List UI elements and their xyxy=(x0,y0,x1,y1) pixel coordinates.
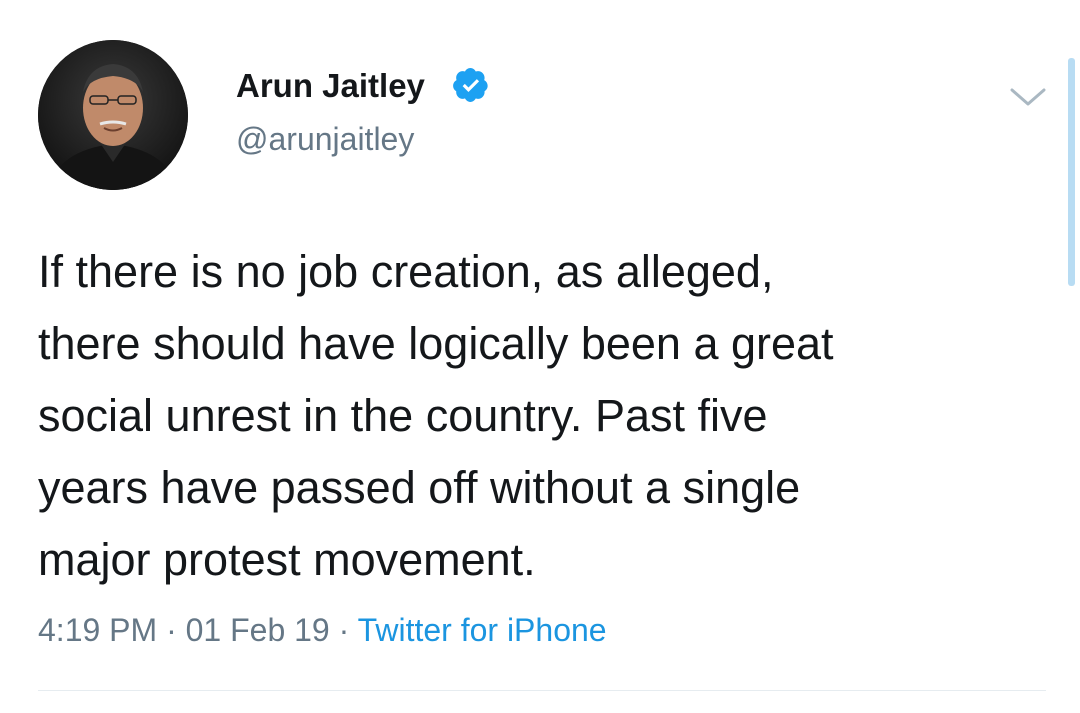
verified-badge-icon xyxy=(453,67,488,102)
tweet-meta: 4:19 PM · 01 Feb 19 · Twitter for iPhone xyxy=(38,610,607,650)
tweet-card: Arun Jaitley @arunjaitley If there is no… xyxy=(0,0,1080,713)
display-name[interactable]: Arun Jaitley xyxy=(236,66,425,106)
meta-separator: · xyxy=(157,612,186,648)
tweet-text: If there is no job creation, as alleged,… xyxy=(38,246,834,585)
tweet-source-link[interactable]: Twitter for iPhone xyxy=(358,612,607,648)
scroll-indicator xyxy=(1068,58,1075,286)
meta-separator: · xyxy=(329,612,358,648)
divider xyxy=(38,690,1046,691)
tweet-time[interactable]: 4:19 PM xyxy=(38,612,157,648)
avatar[interactable] xyxy=(38,40,188,190)
tweet-date[interactable]: 01 Feb 19 xyxy=(186,612,330,648)
chevron-down-icon[interactable] xyxy=(1008,86,1048,110)
user-handle[interactable]: @arunjaitley xyxy=(236,119,414,159)
